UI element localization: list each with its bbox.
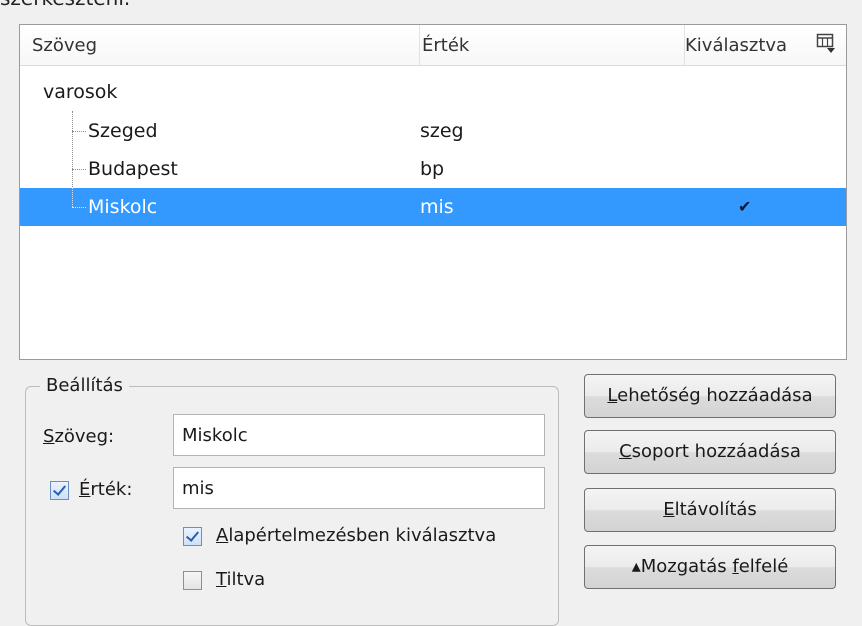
row-value: szeg xyxy=(420,120,464,142)
value-checkbox[interactable] xyxy=(50,481,69,500)
page-title-cut: szerkeszteni. xyxy=(0,0,130,10)
row-value: bp xyxy=(420,158,445,180)
move-up-button[interactable]: ▴Mozgatás felfelé xyxy=(584,545,836,589)
column-header-value[interactable]: Érték xyxy=(420,25,685,65)
column-header-selected[interactable]: Kiválasztva xyxy=(685,25,817,65)
tree-row[interactable]: Szeged szeg xyxy=(20,112,846,150)
group-label: varosok xyxy=(43,81,118,103)
value-label: Érték: xyxy=(79,479,133,500)
checkmark-icon: ✔ xyxy=(738,197,752,216)
disabled-checkbox[interactable] xyxy=(183,571,202,590)
tree-connector-branch xyxy=(72,207,86,208)
tree-connector-line xyxy=(72,188,73,207)
settings-legend: Beállítás xyxy=(40,373,129,399)
default-selected-label[interactable]: Alapértelmezésben kiválasztva xyxy=(216,523,496,549)
add-option-button[interactable]: Lehetőség hozzáadása xyxy=(584,374,836,418)
tree-row-selected[interactable]: Miskolc mis ✔ xyxy=(20,188,846,226)
tree-row[interactable]: Budapest bp xyxy=(20,150,846,188)
disabled-label[interactable]: Tiltva xyxy=(216,567,265,593)
value-input[interactable] xyxy=(173,467,545,509)
options-tree[interactable]: Szöveg Érték Kiválasztva varosok Szeged … xyxy=(19,24,847,360)
text-label: Szöveg: xyxy=(43,426,115,447)
row-text: Szeged xyxy=(88,120,158,142)
column-chooser-icon[interactable] xyxy=(816,33,836,55)
row-text: Budapest xyxy=(88,158,178,180)
row-text: Miskolc xyxy=(88,196,158,218)
column-header-text[interactable]: Szöveg xyxy=(20,25,420,65)
default-selected-checkbox[interactable] xyxy=(183,527,202,546)
tree-header: Szöveg Érték Kiválasztva xyxy=(20,25,846,66)
tree-group-row[interactable]: varosok xyxy=(20,73,846,111)
row-value: mis xyxy=(420,196,454,218)
remove-button[interactable]: Eltávolítás xyxy=(584,488,836,532)
text-input[interactable] xyxy=(173,414,545,456)
add-group-button[interactable]: Csoport hozzáadása xyxy=(584,430,836,474)
